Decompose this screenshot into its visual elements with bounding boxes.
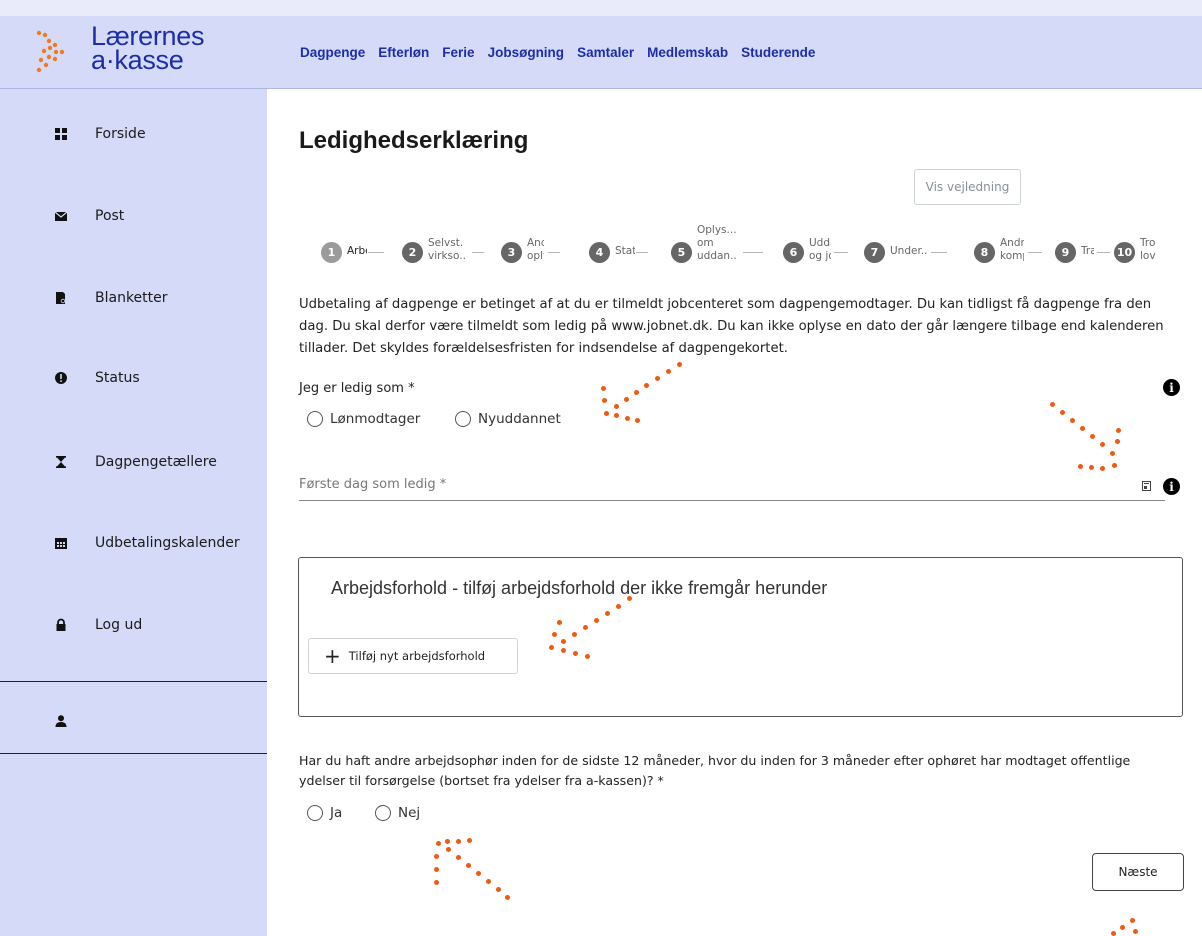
nav-dagpenge[interactable]: Dagpenge: [300, 45, 365, 60]
sidebar-item-label: Forside: [95, 126, 146, 142]
sidebar-item-label: Udbetalingskalender: [95, 535, 240, 551]
step-label: Arbe: [347, 245, 367, 257]
unemployed-as-label: Jeg er ledig som *: [299, 381, 415, 396]
step-label: Selvst. virkso..: [428, 237, 466, 262]
step-label: Tro lov: [1140, 237, 1156, 262]
step-label: Tra: [1081, 245, 1094, 257]
step-connector: [931, 252, 947, 253]
step-label: Oplys... om uddan..: [697, 224, 737, 262]
nav-samtaler[interactable]: Samtaler: [577, 45, 634, 60]
sidebar-item-blanketter[interactable]: Blanketter: [0, 279, 267, 319]
sidebar-item-log-ud[interactable]: Log ud: [0, 606, 267, 646]
form-search-icon: [56, 292, 66, 304]
calendar-icon: [55, 538, 67, 549]
main-content: Ledighedserklæring Vis vejledning 1 Arbe…: [267, 89, 1202, 936]
step-number: 5: [671, 242, 692, 263]
employment-title: Arbejdsforhold - tilføj arbejdsforhold d…: [331, 578, 828, 598]
employment-section: Arbejdsforhold - tilføj arbejdsforhold d…: [298, 557, 1183, 717]
radio-label: Lønmodtager: [330, 411, 421, 427]
radio-circle[interactable]: [455, 411, 471, 427]
show-guide-button[interactable]: Vis vejledning: [914, 169, 1021, 205]
date-placeholder: Første dag som ledig *: [299, 477, 447, 492]
info-icon[interactable]: i: [1163, 379, 1180, 396]
step-number: 9: [1055, 242, 1076, 263]
radio-nyuddannet[interactable]: Nyuddannet: [455, 411, 561, 427]
step-connector: [472, 252, 484, 253]
step-connector: [1097, 252, 1110, 253]
step-label: Andre komp: [1000, 237, 1024, 262]
nav-jobsoegning[interactable]: Jobsøgning: [488, 45, 565, 60]
step-label: Stat:: [615, 245, 635, 257]
step-connector: [1028, 252, 1042, 253]
sidebar-divider: [0, 681, 267, 682]
next-button[interactable]: Næste: [1092, 853, 1184, 891]
nav-ferie[interactable]: Ferie: [442, 45, 474, 60]
step-number: 4: [589, 242, 610, 263]
step-number: 10: [1114, 242, 1135, 263]
step-connector: [743, 252, 763, 253]
step-connector: [368, 252, 384, 253]
brand-name: Lærernes a·kasse: [91, 23, 204, 75]
radio-circle[interactable]: [375, 805, 391, 821]
step-label: Udda og jo: [809, 237, 831, 262]
step-number: 7: [864, 242, 885, 263]
logo-mark-icon: [36, 30, 65, 73]
sidebar-item-post[interactable]: Post: [0, 197, 267, 237]
nav-efterloen[interactable]: Efterløn: [378, 45, 429, 60]
sidebar-item-forside[interactable]: Forside: [0, 115, 267, 155]
step-number: 8: [974, 242, 995, 263]
brand-line-2: a·kasse: [91, 45, 184, 75]
sidebar: Forside Post Blanketter Status Dagpenget…: [0, 89, 267, 936]
step-label: Under..: [890, 245, 928, 257]
stepper: 1 Arbe 2 Selvst. virkso.. 3 Andr oplys 4…: [321, 224, 1201, 286]
sidebar-item-label: Dagpengetællere: [95, 454, 217, 470]
step-connector: [834, 252, 848, 253]
radio-ja[interactable]: Ja: [307, 805, 342, 821]
plus-icon: +: [324, 644, 341, 668]
nav-medlemskab[interactable]: Medlemskab: [647, 45, 728, 60]
step-number: 2: [402, 242, 423, 263]
page-title: Ledighedserklæring: [299, 127, 529, 154]
info-icon[interactable]: i: [1163, 478, 1180, 495]
step-connector: [636, 252, 648, 253]
top-strip: [0, 0, 1202, 16]
other-terminations-question: Har du haft andre arbejdsophør inden for…: [299, 753, 1131, 788]
sidebar-item-label: Blanketter: [95, 290, 168, 306]
nav-studerende[interactable]: Studerende: [741, 45, 815, 60]
step-number: 3: [501, 242, 522, 263]
lock-icon: [56, 618, 66, 631]
user-icon: [55, 715, 67, 727]
sidebar-item-label: Log ud: [95, 617, 143, 633]
radio-loenmodtager[interactable]: Lønmodtager: [307, 411, 420, 427]
radio-circle[interactable]: [307, 411, 323, 427]
main-nav: Dagpenge Efterløn Ferie Jobsøgning Samta…: [300, 45, 815, 60]
radio-label: Nej: [398, 805, 421, 821]
sidebar-item-label: Post: [95, 208, 125, 224]
step-number: 1: [321, 242, 342, 263]
intro-text: Udbetaling af dagpenge er betinget af at…: [299, 297, 1164, 356]
radio-nej[interactable]: Nej: [375, 805, 420, 821]
grid-icon: [55, 128, 67, 140]
brand-logo[interactable]: Lærernes a·kasse: [36, 23, 236, 80]
sidebar-item-user[interactable]: [0, 702, 267, 742]
hourglass-icon: [56, 456, 66, 468]
add-employment-label: Tilføj nyt arbejdsforhold: [348, 649, 486, 663]
sidebar-item-udbetalingskalender[interactable]: Udbetalingskalender: [0, 524, 267, 564]
add-employment-button[interactable]: + Tilføj nyt arbejdsforhold: [308, 638, 518, 674]
sidebar-item-status[interactable]: Status: [0, 359, 267, 399]
step-connector: [548, 252, 560, 253]
radio-circle[interactable]: [307, 805, 323, 821]
envelope-icon: [54, 211, 68, 221]
calendar-picker-icon[interactable]: [1142, 481, 1151, 491]
step-label: Andr oplys: [527, 237, 544, 262]
step-number: 6: [783, 242, 804, 263]
header: Lærernes a·kasse Dagpenge Efterløn Ferie…: [0, 16, 1202, 89]
sidebar-divider: [0, 753, 267, 754]
alert-circle-icon: [55, 372, 67, 384]
sidebar-item-dagpengetaellere[interactable]: Dagpengetællere: [0, 443, 267, 483]
radio-label: Ja: [330, 805, 343, 821]
sidebar-item-label: Status: [95, 370, 140, 386]
radio-label: Nyuddannet: [478, 411, 561, 427]
first-day-unemployed-field[interactable]: Første dag som ledig *: [299, 474, 1165, 501]
